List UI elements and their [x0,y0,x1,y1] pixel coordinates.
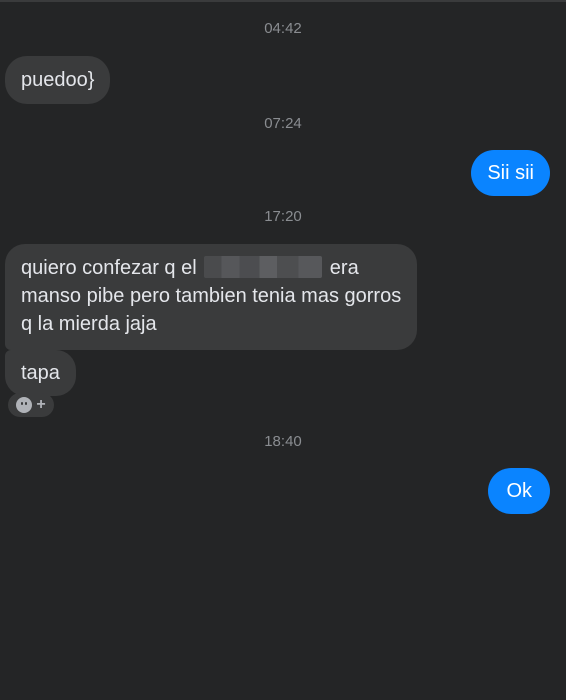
incoming-message[interactable]: puedoo} [5,56,111,104]
timestamp: 07:24 [264,115,302,132]
outgoing-message[interactable]: Ok [488,468,550,514]
message-text: Ok [506,480,532,502]
timestamp: 17:20 [264,208,302,225]
timestamp: 18:40 [264,433,302,450]
incoming-message[interactable]: tapa [5,350,76,396]
redacted-blur [204,256,323,278]
timestamp: 04:42 [264,20,302,37]
outgoing-message[interactable]: Sii sii [471,150,550,196]
incoming-message[interactable]: quiero confezar q el era manso pibe pero… [5,244,418,350]
smiley-icon [16,397,33,413]
message-text: era [329,257,359,279]
message-text: quiero confezar q el [21,257,197,279]
plus-icon: + [36,396,46,413]
message-text: puedoo} [21,69,95,91]
message-text: manso pibe pero tambien tenia mas gorros [21,285,402,307]
add-reaction-button[interactable]: + [8,393,54,417]
message-text: q la mierda jaja [21,313,157,335]
message-text: tapa [21,362,60,384]
top-divider [0,0,566,2]
message-text: Sii sii [487,162,534,184]
